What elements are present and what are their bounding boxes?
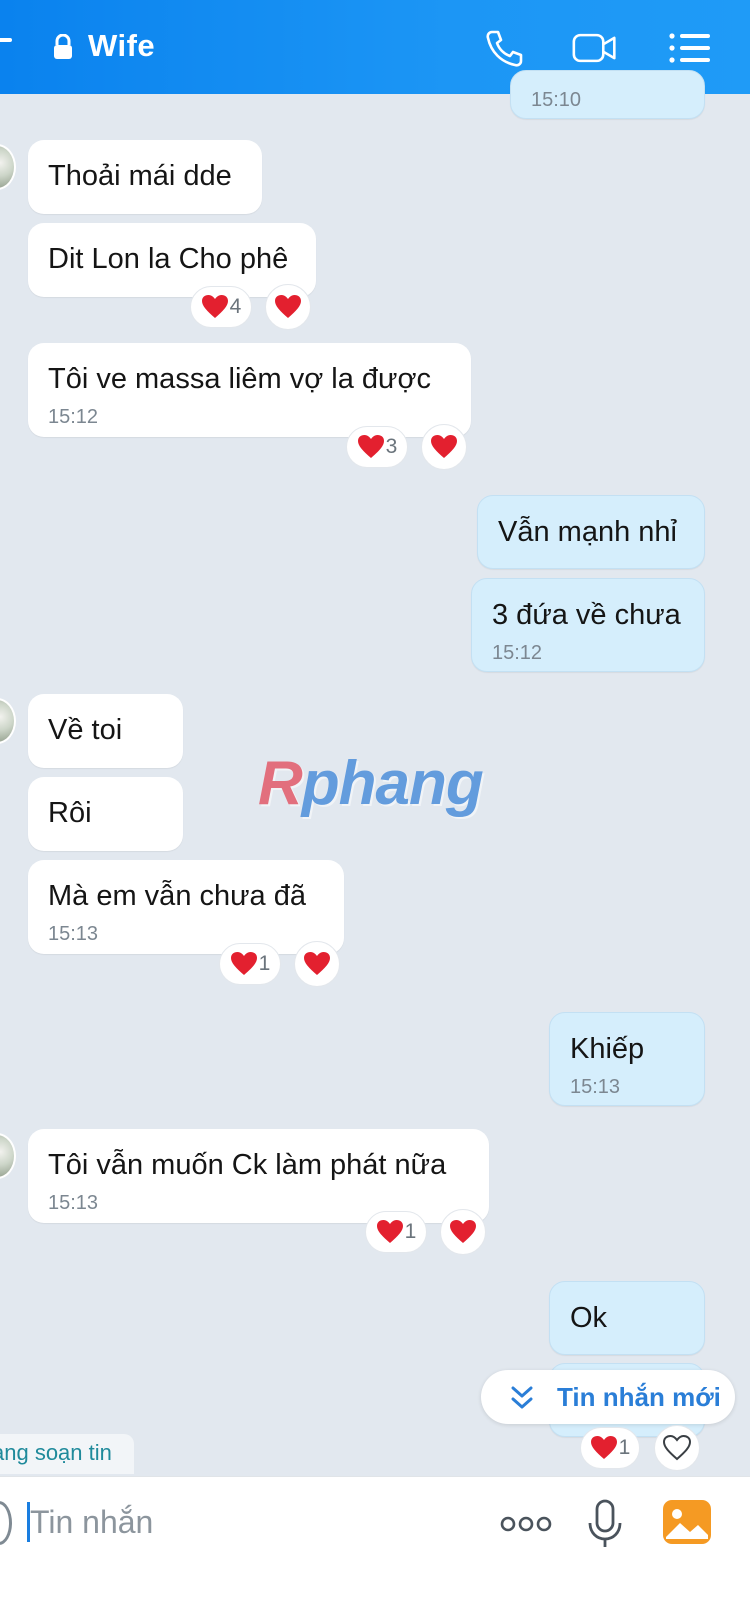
message-text: 3 đứa về chưa	[492, 599, 681, 631]
heart-icon	[201, 295, 228, 318]
reaction-count: 1	[404, 1220, 417, 1243]
message-text: Mà em vẫn chưa đã	[48, 880, 306, 912]
video-call-icon[interactable]	[572, 28, 618, 68]
message-bubble-incoming[interactable]: Về toi	[28, 694, 183, 768]
chat-title[interactable]: Wife	[88, 28, 155, 64]
reaction-summary[interactable]: 1	[580, 1427, 640, 1469]
message-text: Vẫn mạnh nhỉ	[498, 516, 677, 548]
message-time: 15:12	[48, 406, 99, 428]
message-bubble-incoming[interactable]: Thoải mái dde	[28, 140, 262, 214]
message-text: Dit Lon la Cho phê	[48, 243, 289, 275]
heart-icon	[450, 1220, 476, 1243]
message-time: 15:13	[48, 923, 99, 945]
contact-avatar[interactable]	[0, 698, 16, 744]
message-text: Tôi vẫn muốn Ck làm phát nữa	[48, 1149, 447, 1181]
message-composer	[0, 1476, 750, 1600]
heart-icon	[230, 952, 257, 975]
chevron-double-down-icon	[511, 1386, 533, 1409]
message-bubble-outgoing[interactable]: 15:10	[510, 70, 705, 119]
reaction-summary[interactable]: 3	[346, 426, 408, 468]
contact-avatar[interactable]	[0, 144, 16, 190]
react-heart-outline-button[interactable]	[654, 1425, 700, 1471]
reaction-summary[interactable]: 4	[190, 286, 252, 328]
reaction-count: 1	[258, 952, 271, 975]
react-heart-button[interactable]	[294, 941, 340, 987]
react-heart-button[interactable]	[421, 424, 467, 470]
heart-icon	[275, 295, 301, 318]
message-bubble-outgoing[interactable]: Ok	[549, 1281, 705, 1355]
reaction-summary[interactable]: 1	[219, 943, 281, 985]
message-text: Rôi	[48, 797, 92, 829]
heart-icon	[376, 1220, 403, 1243]
heart-outline-icon	[663, 1435, 691, 1461]
message-bubble-outgoing[interactable]: 3 đứa về chưa 15:12	[471, 578, 705, 672]
message-bubble-outgoing[interactable]: Khiếp 15:13	[549, 1012, 705, 1106]
heart-icon	[590, 1436, 617, 1459]
typing-indicator: ang soạn tin	[0, 1434, 134, 1474]
message-bubble-incoming[interactable]: Tôi vẫn muốn Ck làm phát nữa 15:13	[28, 1129, 489, 1223]
message-time: 15:12	[492, 642, 543, 664]
react-heart-button[interactable]	[440, 1209, 486, 1255]
contact-avatar[interactable]	[0, 1133, 16, 1179]
message-text: Khiếp	[570, 1033, 645, 1065]
microphone-icon[interactable]	[587, 1499, 623, 1549]
reaction-summary[interactable]: 1	[365, 1211, 427, 1253]
menu-list-icon[interactable]	[666, 28, 712, 68]
emoji-icon[interactable]	[0, 1501, 12, 1545]
lock-icon	[54, 34, 72, 59]
react-heart-button[interactable]	[265, 284, 311, 330]
message-text: Về toi	[48, 714, 123, 746]
heart-icon	[431, 435, 457, 458]
heart-icon	[357, 435, 384, 458]
message-time: 15:13	[48, 1192, 99, 1214]
message-time: 15:13	[570, 1076, 621, 1098]
message-input[interactable]	[30, 1497, 430, 1547]
watermark-logo: Rphang	[258, 749, 484, 818]
message-text: Ok	[570, 1302, 608, 1334]
phone-call-icon[interactable]	[482, 28, 528, 68]
heart-icon	[304, 952, 330, 975]
message-time: 15:10	[531, 89, 582, 111]
message-bubble-incoming[interactable]: Tôi ve massa liêm vợ la được 15:12	[28, 343, 471, 437]
more-options-icon[interactable]	[500, 1515, 552, 1533]
message-bubble-outgoing[interactable]: Vẫn mạnh nhỉ	[477, 495, 705, 569]
message-bubble-incoming[interactable]: Mà em vẫn chưa đã 15:13	[28, 860, 344, 954]
reaction-count: 1	[618, 1436, 631, 1459]
back-arrow-icon[interactable]	[0, 38, 12, 42]
new-messages-label: Tin nhắn mới	[557, 1382, 721, 1412]
reaction-count: 4	[229, 295, 242, 318]
message-bubble-incoming[interactable]: Dit Lon la Cho phê	[28, 223, 316, 297]
message-text: Thoải mái dde	[48, 160, 232, 192]
new-messages-button[interactable]: Tin nhắn mới	[481, 1370, 735, 1424]
image-gallery-icon[interactable]	[662, 1499, 712, 1545]
message-bubble-incoming[interactable]: Rôi	[28, 777, 183, 851]
reaction-count: 3	[385, 435, 398, 458]
message-text: Tôi ve massa liêm vợ la được	[48, 363, 431, 395]
